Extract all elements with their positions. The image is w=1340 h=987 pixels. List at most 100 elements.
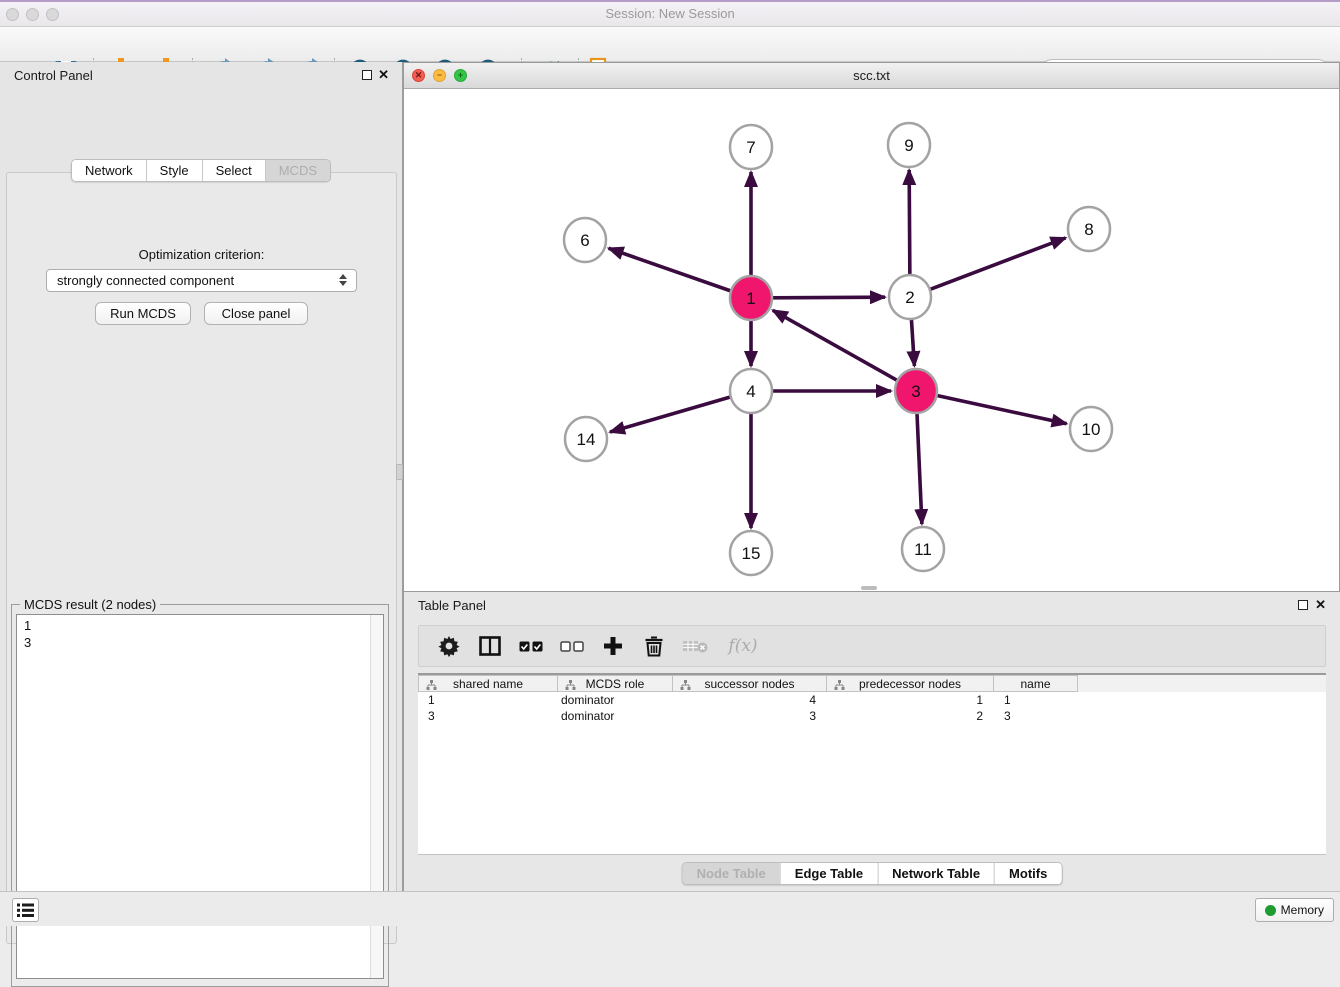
select-all-rows-icon[interactable] [518,633,544,659]
table-tabs: Node Table Edge Table Network Table Moti… [682,862,1063,885]
control-panel-tabs: Network Style Select MCDS [71,159,331,182]
control-panel: Control Panel ✕ Network Style Select MCD… [0,62,403,891]
cell-predecessor-nodes[interactable]: 2 [827,708,994,724]
task-history-button[interactable] [12,898,39,922]
cell-name[interactable]: 3 [994,708,1078,724]
tab-node-table[interactable]: Node Table [683,863,780,884]
zoom-network-button[interactable]: + [454,69,467,82]
cell-shared-name[interactable]: 1 [418,692,558,708]
edge-3-11[interactable] [917,413,922,524]
close-window-button[interactable] [6,8,19,21]
graph-node-14[interactable]: 14 [565,417,607,461]
node-label: 1 [746,289,755,308]
delete-table-icon[interactable] [682,633,708,659]
network-hscrollbar[interactable] [861,586,877,590]
node-label: 6 [580,231,589,250]
graph-node-2[interactable]: 2 [889,275,931,319]
hierarchy-icon [834,680,845,690]
zoom-window-button[interactable] [46,8,59,21]
graph-node-4[interactable]: 4 [730,369,772,413]
hierarchy-icon [680,680,691,690]
optimization-criterion-select[interactable]: strongly connected component [46,269,357,292]
edge-3-10[interactable] [937,396,1066,424]
tab-motifs[interactable]: Motifs [994,863,1061,884]
graph-node-15[interactable]: 15 [730,531,772,575]
node-label: 2 [905,288,914,307]
main-toolbar [0,27,1340,62]
cell-predecessor-nodes[interactable]: 1 [827,692,994,708]
cell-successor-nodes[interactable]: 4 [673,692,827,708]
table-toolbar: f(x) [418,625,1326,667]
edge-2-9[interactable] [909,170,910,275]
edge-4-14[interactable] [610,397,730,432]
mcds-result-item[interactable]: 3 [24,634,376,651]
edge-1-2[interactable] [773,297,885,298]
node-label: 15 [742,544,761,563]
table-row[interactable]: 3 dominator 3 2 3 [418,708,1326,724]
panel-divider-grip[interactable] [396,464,403,480]
cell-mcds-role[interactable]: dominator [558,692,673,708]
graph-node-1[interactable]: 1 [730,276,772,320]
delete-columns-icon[interactable] [641,633,667,659]
cell-shared-name[interactable]: 3 [418,708,558,724]
mcds-result-legend: MCDS result (2 nodes) [20,597,160,612]
column-header-name[interactable]: name [994,675,1078,692]
graph-node-9[interactable]: 9 [888,123,930,167]
hierarchy-icon [426,680,437,690]
control-panel-title: Control Panel [14,68,93,83]
graph-node-8[interactable]: 8 [1068,207,1110,251]
edge-2-8[interactable] [931,238,1066,289]
graph-node-3[interactable]: 3 [895,369,937,413]
tab-style[interactable]: Style [146,160,202,181]
close-panel-button[interactable]: Close panel [204,302,308,325]
mcds-result-item[interactable]: 1 [24,617,376,634]
node-label: 4 [746,382,755,401]
node-label: 3 [911,382,920,401]
tab-mcds[interactable]: MCDS [265,160,330,181]
column-header-shared-name[interactable]: shared name [418,675,558,692]
run-mcds-button[interactable]: Run MCDS [95,302,191,325]
minimize-window-button[interactable] [26,8,39,21]
column-header-predecessor-nodes[interactable]: predecessor nodes [827,675,994,692]
close-table-panel-icon[interactable]: ✕ [1315,597,1326,613]
graph-node-7[interactable]: 7 [730,125,772,169]
graph-node-11[interactable]: 11 [902,527,944,571]
fx-label: f(x) [728,636,757,656]
minimize-network-button[interactable]: − [433,69,446,82]
float-panel-icon[interactable] [362,70,372,80]
float-table-panel-icon[interactable] [1298,600,1308,610]
table-settings-icon[interactable] [436,633,462,659]
close-panel-icon[interactable]: ✕ [378,67,389,83]
cell-name[interactable]: 1 [994,692,1078,708]
column-header-mcds-role[interactable]: MCDS role [558,675,673,692]
table-row[interactable]: 1 dominator 4 1 1 [418,692,1326,708]
tab-edge-table[interactable]: Edge Table [780,863,877,884]
edge-2-3[interactable] [911,319,914,366]
cell-successor-nodes[interactable]: 3 [673,708,827,724]
split-columns-icon[interactable] [477,633,503,659]
network-window-titlebar[interactable]: ✕ − + scc.txt [404,63,1339,89]
graph-node-6[interactable]: 6 [564,218,606,262]
tab-network-table[interactable]: Network Table [877,863,994,884]
add-column-icon[interactable] [600,633,626,659]
cell-mcds-role[interactable]: dominator [558,708,673,724]
node-label: 11 [914,540,932,559]
network-canvas[interactable]: 7 9 6 8 1 2 4 3 14 10 15 11 [404,89,1339,591]
close-network-button[interactable]: ✕ [412,69,425,82]
table-header-row: shared name MCDS role successor nodes pr… [418,673,1326,692]
list-icon [17,903,34,918]
deselect-all-rows-icon[interactable] [559,633,585,659]
network-graph: 7 9 6 8 1 2 4 3 14 10 15 11 [404,89,1339,591]
function-builder-icon[interactable]: f(x) [723,633,763,659]
tab-select[interactable]: Select [202,160,265,181]
column-header-successor-nodes[interactable]: successor nodes [673,675,827,692]
mcds-panel: Optimization criterion: strongly connect… [6,172,397,944]
edge-3-1[interactable] [773,310,897,380]
table-panel-title: Table Panel [418,598,486,613]
tab-network[interactable]: Network [72,160,146,181]
table-body: 1 dominator 4 1 1 3 dominator 3 2 3 [418,692,1326,855]
node-label: 8 [1084,220,1093,239]
edge-1-6[interactable] [609,248,731,290]
graph-node-10[interactable]: 10 [1070,407,1112,451]
memory-button[interactable]: Memory [1255,898,1334,922]
